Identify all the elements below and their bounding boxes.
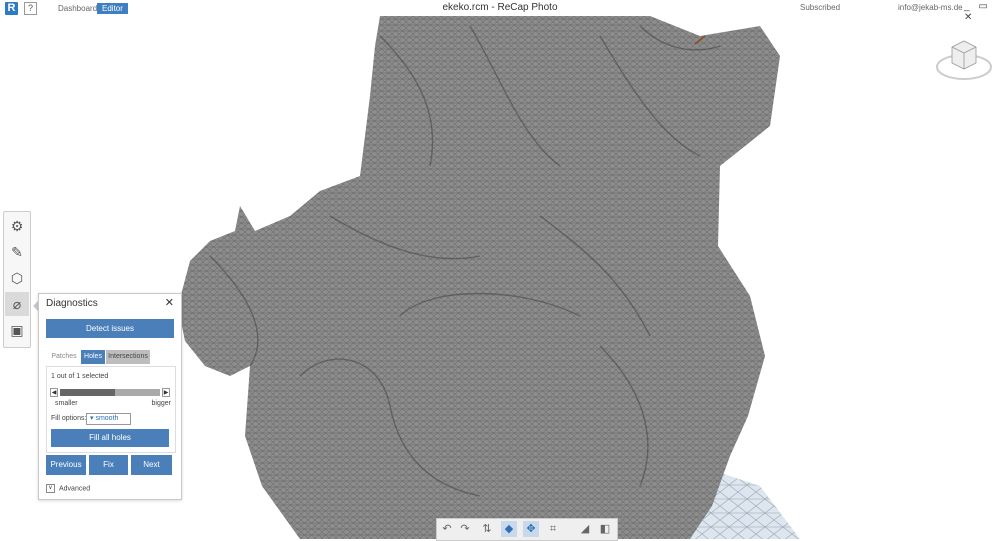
settings-icon[interactable]: ⚙ (5, 214, 29, 238)
left-tool-strip: ⚙ ✎ ⬡ ⌀ ▣ (3, 211, 31, 348)
diagnostics-panel: Diagnostics ✕ Detect issues Patches Hole… (38, 293, 182, 500)
sound-icon[interactable]: ◧ (597, 521, 613, 537)
tab-holes[interactable]: Holes (81, 350, 105, 364)
slider-right-arrow-icon[interactable]: ▶ (162, 388, 170, 397)
fill-options-label: Fill options: (51, 415, 87, 422)
window-title: ekeko.rcm - ReCap Photo (442, 2, 558, 13)
crop-icon[interactable]: ⌗ (545, 521, 561, 537)
polyhedron-icon[interactable]: ⬡ (5, 266, 29, 290)
window-controls[interactable]: _ ▭ ✕ (964, 1, 1000, 23)
bottom-toolbar: ↶ ↷ ⇅ ◆ ✥ ⌗ ◢ ◧ (436, 518, 618, 541)
slider-label-bigger: bigger (151, 400, 171, 407)
previous-button[interactable]: Previous (46, 455, 86, 475)
user-email[interactable]: info@jekab-ms.de (898, 3, 963, 12)
ruler-icon[interactable]: ⌀ (5, 292, 29, 316)
subscription-status[interactable]: Subscribed (800, 3, 840, 12)
panel-title: Diagnostics (46, 298, 98, 309)
tab-intersections[interactable]: Intersections (106, 350, 150, 364)
chevron-down-icon[interactable]: ∨ (46, 484, 55, 493)
tab-patches[interactable]: Patches (49, 350, 79, 364)
slider-fill (60, 389, 115, 396)
orbit-icon[interactable]: ✥ (523, 521, 539, 537)
undo-icon[interactable]: ↶ (439, 521, 455, 537)
redo-icon[interactable]: ↷ (457, 521, 473, 537)
shaded-cube-icon[interactable]: ◆ (501, 521, 517, 537)
fix-button[interactable]: Fix (89, 455, 128, 475)
next-button[interactable]: Next (131, 455, 172, 475)
adjust-icon[interactable]: ⇅ (479, 521, 495, 537)
advanced-label: Advanced (59, 485, 91, 493)
size-slider[interactable]: ◀ ▶ (50, 388, 170, 397)
fill-options-select[interactable]: ▾ smooth (86, 413, 131, 425)
close-icon[interactable]: ✕ (165, 296, 174, 309)
selection-count: 1 out of 1 selected (51, 373, 109, 380)
frame-icon[interactable]: ▣ (5, 318, 29, 342)
viewcube-icon[interactable] (934, 33, 994, 83)
pencil-icon[interactable]: ✎ (5, 240, 29, 264)
fill-all-holes-button[interactable]: Fill all holes (51, 429, 169, 447)
section-icon[interactable]: ◢ (577, 521, 593, 537)
advanced-toggle[interactable]: ∨ Advanced (46, 484, 90, 493)
slider-track[interactable] (60, 389, 160, 396)
holes-options-box: 1 out of 1 selected ◀ ▶ smaller bigger F… (46, 366, 176, 453)
slider-left-arrow-icon[interactable]: ◀ (50, 388, 58, 397)
detect-issues-button[interactable]: Detect issues (46, 319, 174, 338)
slider-label-smaller: smaller (55, 400, 78, 407)
top-bar: R ? Dashboard Editor ekeko.rcm - ReCap P… (0, 0, 1000, 23)
